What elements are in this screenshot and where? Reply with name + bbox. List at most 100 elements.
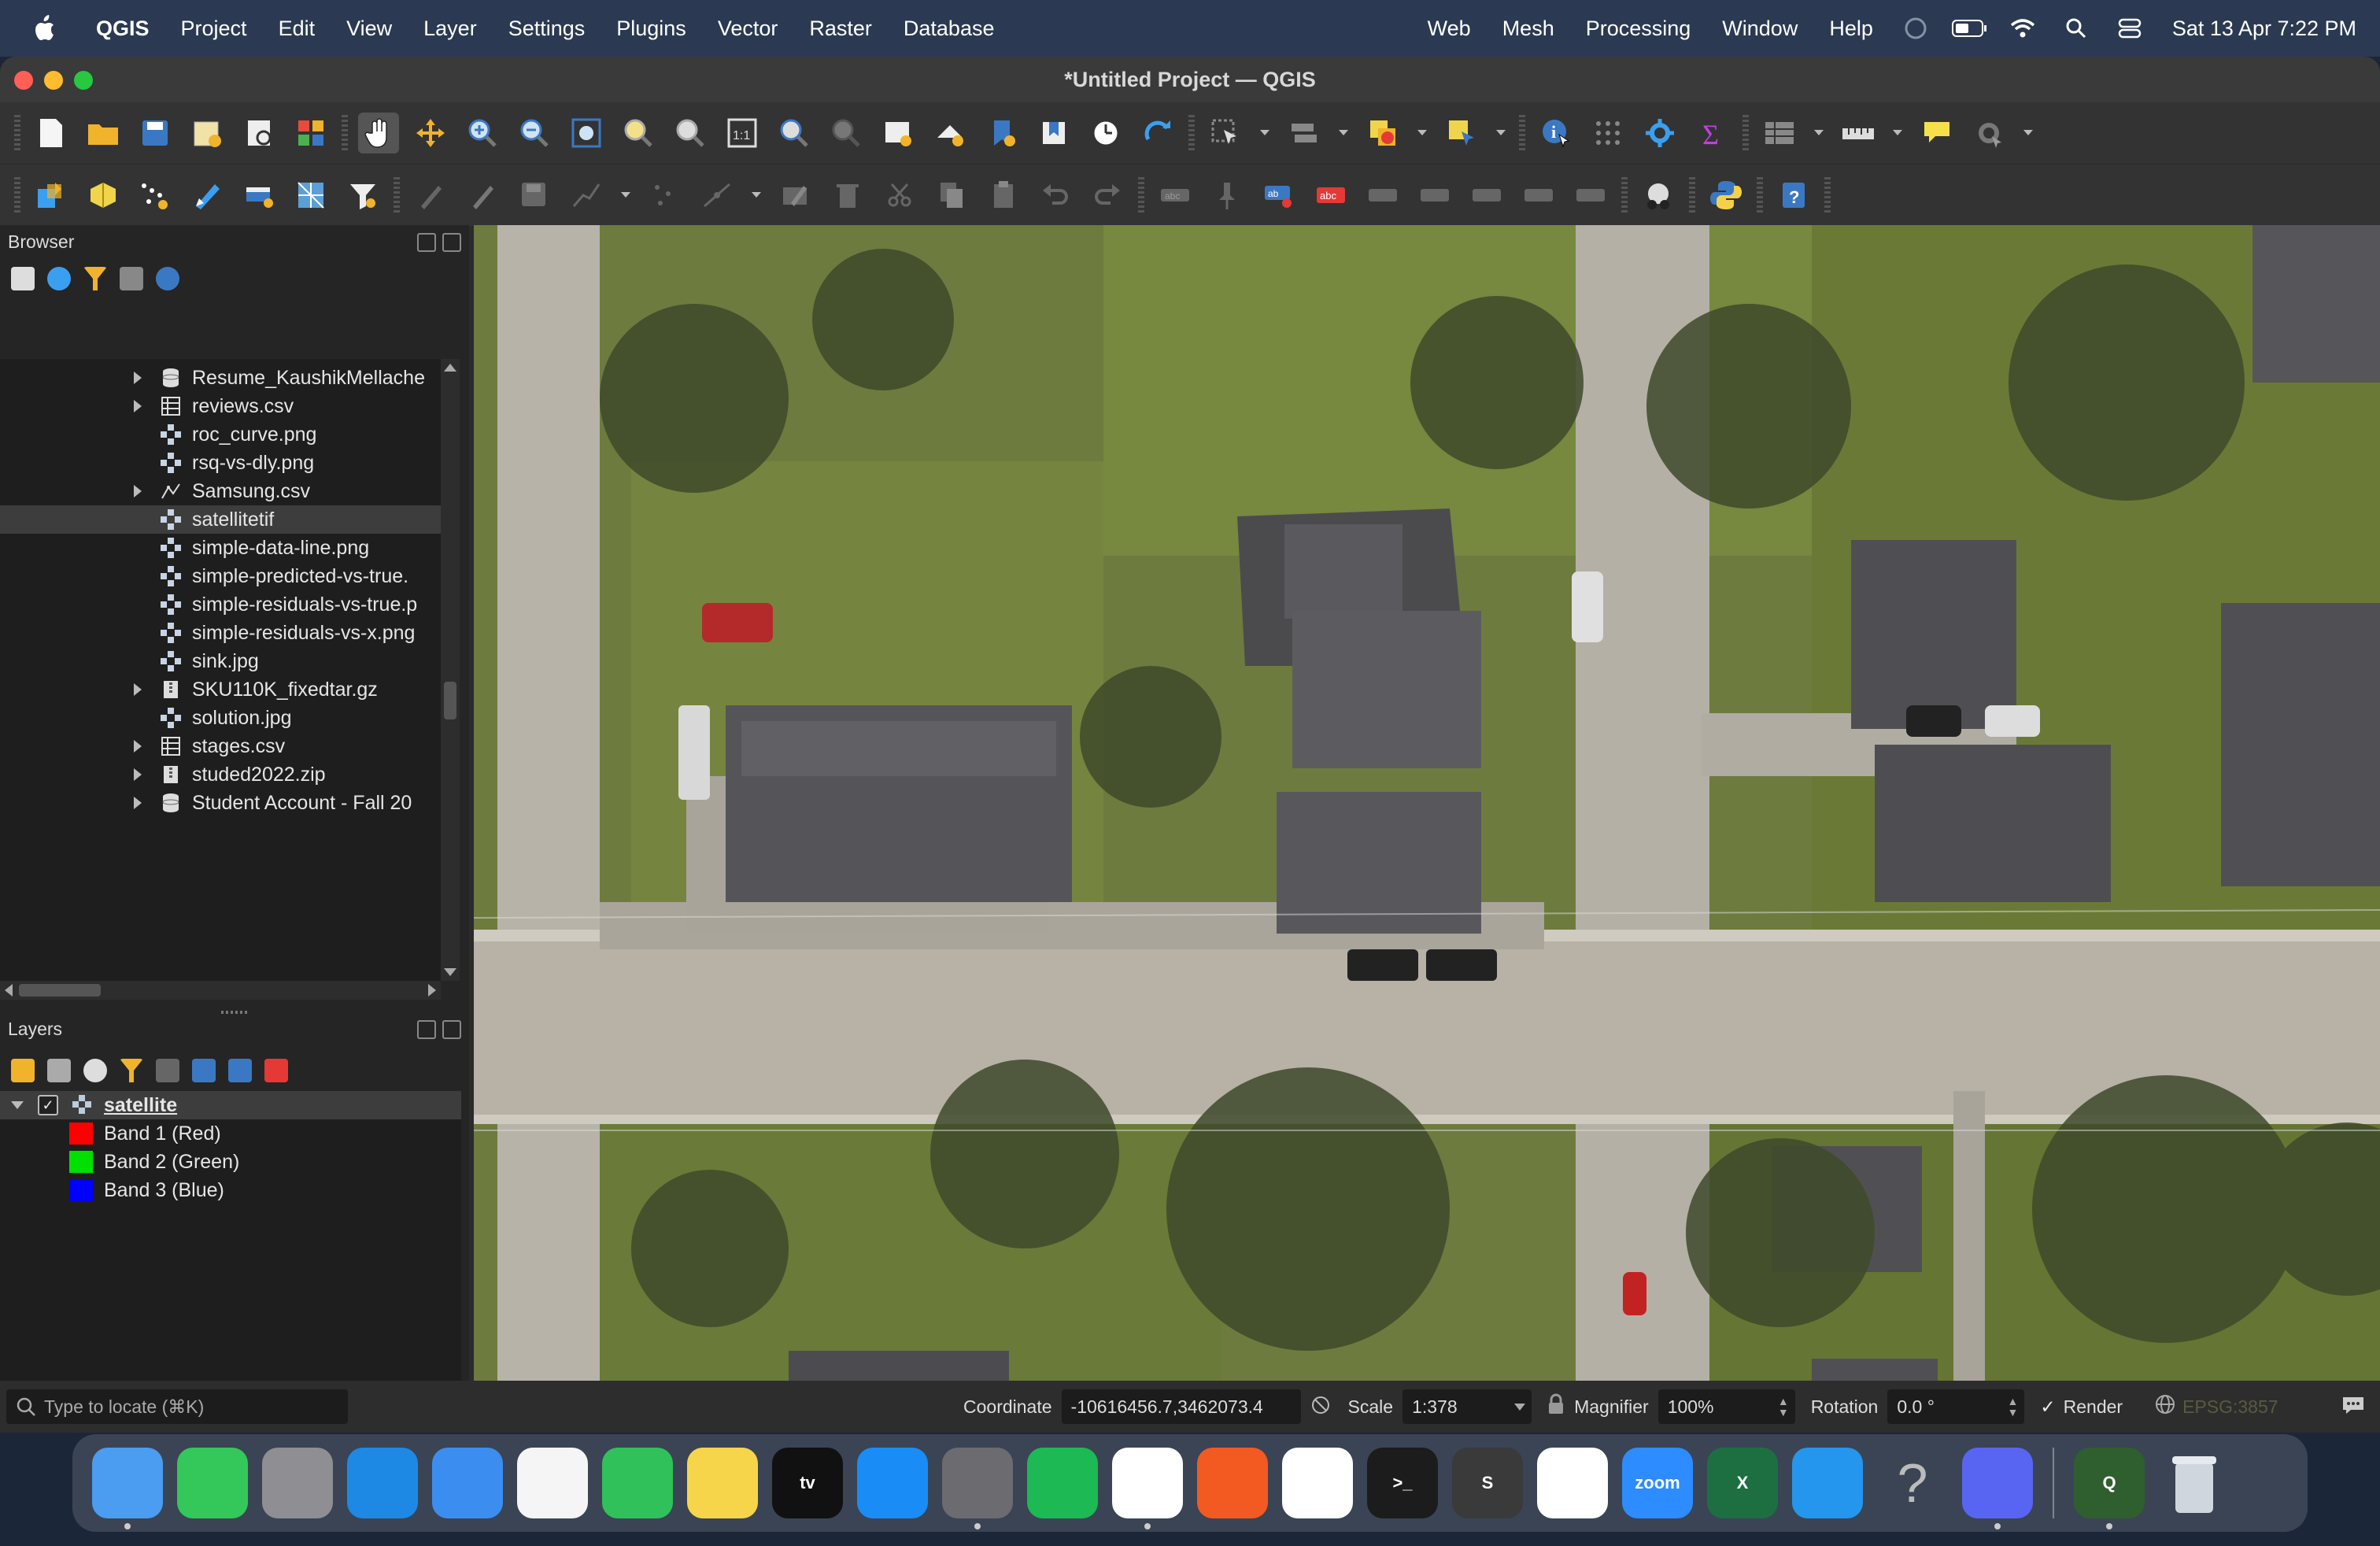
filter-legend-icon[interactable] — [120, 1059, 143, 1082]
add-group-icon[interactable] — [47, 1059, 71, 1082]
menu-layer[interactable]: Layer — [423, 17, 477, 41]
actions-dropdown-arrow[interactable] — [2020, 113, 2036, 153]
discord-icon[interactable] — [1962, 1448, 2033, 1529]
toolbar-handle[interactable] — [394, 177, 400, 213]
add-point-feature-button[interactable] — [645, 175, 686, 216]
browser-item[interactable]: reviews.csv — [0, 392, 441, 420]
menubar-clock[interactable]: Sat 13 Apr 7:22 PM — [2172, 17, 2356, 41]
remove-layer-icon[interactable] — [264, 1059, 288, 1082]
deselect-features-button[interactable] — [1362, 113, 1403, 153]
menu-app-name[interactable]: QGIS — [96, 17, 150, 41]
copy-features-button[interactable] — [931, 175, 972, 216]
spotlight-search-icon[interactable] — [2059, 14, 2094, 43]
qgis-icon[interactable]: Q — [2074, 1448, 2145, 1529]
expand-arrow-icon[interactable] — [134, 740, 142, 753]
quickmapservices-button[interactable] — [1638, 175, 1679, 216]
label-show-hide-button[interactable] — [1570, 175, 1611, 216]
modify-attributes-button[interactable] — [775, 175, 816, 216]
menu-settings[interactable]: Settings — [508, 17, 586, 41]
select-dropdown-arrow[interactable] — [1257, 113, 1273, 153]
filter-expression-icon[interactable] — [156, 1059, 179, 1082]
browser-item[interactable]: SKU110K_fixedtar.gz — [0, 675, 441, 704]
browser-horizontal-scrollbar[interactable] — [0, 981, 441, 1000]
apple-logo-icon[interactable] — [28, 13, 60, 44]
menu-project[interactable]: Project — [181, 17, 247, 41]
vertex-editor-button[interactable] — [697, 175, 737, 216]
attribute-table-dropdown-arrow[interactable] — [1811, 113, 1827, 153]
zoom-next-button[interactable] — [826, 113, 867, 153]
airdrop-icon[interactable] — [1898, 14, 1933, 43]
browser-item[interactable]: sink.jpg — [0, 647, 441, 675]
zoom-last-button[interactable] — [774, 113, 815, 153]
render-checkbox[interactable]: ✓ — [2040, 1396, 2055, 1418]
help-icon[interactable]: ? — [1877, 1448, 1948, 1518]
collapse-all-layers-icon[interactable] — [228, 1059, 252, 1082]
deselect-dropdown-arrow[interactable] — [1414, 113, 1430, 153]
new-print-layout-button[interactable] — [187, 113, 227, 153]
toggle-extents-icon[interactable] — [1309, 1393, 1336, 1420]
expand-arrow-icon[interactable] — [134, 797, 142, 809]
refresh-button[interactable] — [1137, 113, 1178, 153]
close-panel-icon[interactable] — [442, 233, 461, 252]
open-layer-styling-icon[interactable] — [11, 1059, 35, 1082]
label-highlight-button[interactable]: abc — [1310, 175, 1351, 216]
select-value-dropdown-arrow[interactable] — [1336, 113, 1351, 153]
filter-browser-icon[interactable] — [83, 267, 107, 290]
menu-database[interactable]: Database — [904, 17, 995, 41]
new-map-view-button[interactable] — [878, 113, 918, 153]
menu-plugins[interactable]: Plugins — [616, 17, 686, 41]
rotation-spinbox[interactable]: 0.0 ° ▲ ▼ — [1887, 1389, 2025, 1424]
temporal-controller-button[interactable] — [1085, 113, 1126, 153]
new-temporary-layer-button[interactable] — [135, 175, 176, 216]
save-project-button[interactable] — [135, 113, 176, 153]
facetime-icon[interactable] — [602, 1448, 673, 1518]
photos-icon[interactable] — [517, 1448, 588, 1518]
processing-toolbox-button[interactable] — [1639, 113, 1680, 153]
new-spatialite-layer-button[interactable] — [342, 175, 383, 216]
browser-item[interactable]: satellitetif — [0, 505, 441, 534]
expand-arrow-icon[interactable] — [134, 372, 142, 384]
toolbar-handle[interactable] — [1743, 115, 1749, 151]
messages-icon[interactable] — [177, 1448, 248, 1518]
battery-icon[interactable] — [1951, 14, 1986, 43]
browser-item[interactable]: roc_curve.png — [0, 420, 441, 449]
crs-globe-icon[interactable] — [2154, 1393, 2176, 1420]
browser-item[interactable]: studed2022.zip — [0, 760, 441, 789]
label-move-button[interactable] — [1362, 175, 1403, 216]
magnifier-spinbox[interactable]: 100% ▲ ▼ — [1658, 1389, 1795, 1424]
zoom-native-button[interactable]: 1:1 — [722, 113, 763, 153]
browser-item[interactable]: Samsung.csv — [0, 477, 441, 505]
toolbar-handle[interactable] — [1757, 177, 1763, 213]
zoom-full-button[interactable] — [566, 113, 607, 153]
coordinate-field[interactable]: -10616456.7,3462073.4 — [1061, 1389, 1301, 1424]
notes-icon[interactable] — [687, 1448, 758, 1518]
system-settings-icon[interactable] — [942, 1448, 1013, 1529]
vertex-tool-button[interactable] — [1587, 113, 1628, 153]
identify-features-button[interactable]: i — [1536, 113, 1576, 153]
browser-item[interactable]: rsq-vs-dly.png — [0, 449, 441, 477]
properties-info-icon[interactable] — [156, 267, 179, 290]
layer-labeling-button[interactable]: ab — [1258, 175, 1299, 216]
redo-button[interactable] — [1087, 175, 1128, 216]
browser-item[interactable]: Resume_KaushikMellache — [0, 364, 441, 392]
menu-help[interactable]: Help — [1829, 17, 1873, 41]
select-location-dropdown-arrow[interactable] — [1493, 113, 1509, 153]
browser-item[interactable]: simple-residuals-vs-x.png — [0, 619, 441, 647]
expand-arrow-icon[interactable] — [134, 768, 142, 781]
menu-vector[interactable]: Vector — [718, 17, 778, 41]
open-project-button[interactable] — [83, 113, 124, 153]
zoom-in-button[interactable] — [462, 113, 503, 153]
pin-labels-button[interactable] — [1207, 175, 1247, 216]
toolbar-handle[interactable] — [14, 177, 20, 213]
menu-processing[interactable]: Processing — [1586, 17, 1691, 41]
control-center-icon[interactable] — [2112, 14, 2147, 43]
expand-all-icon[interactable] — [192, 1059, 216, 1082]
wifi-icon[interactable] — [2005, 14, 2040, 43]
select-location-button[interactable] — [1441, 113, 1482, 153]
label-tool-button[interactable]: abc — [1155, 175, 1196, 216]
select-by-value-button[interactable] — [1284, 113, 1325, 153]
map-canvas[interactable] — [474, 225, 2380, 1381]
menu-edit[interactable]: Edit — [279, 17, 316, 41]
crs-label[interactable]: EPSG:3857 — [2182, 1396, 2278, 1418]
collapse-all-icon[interactable] — [120, 267, 143, 290]
